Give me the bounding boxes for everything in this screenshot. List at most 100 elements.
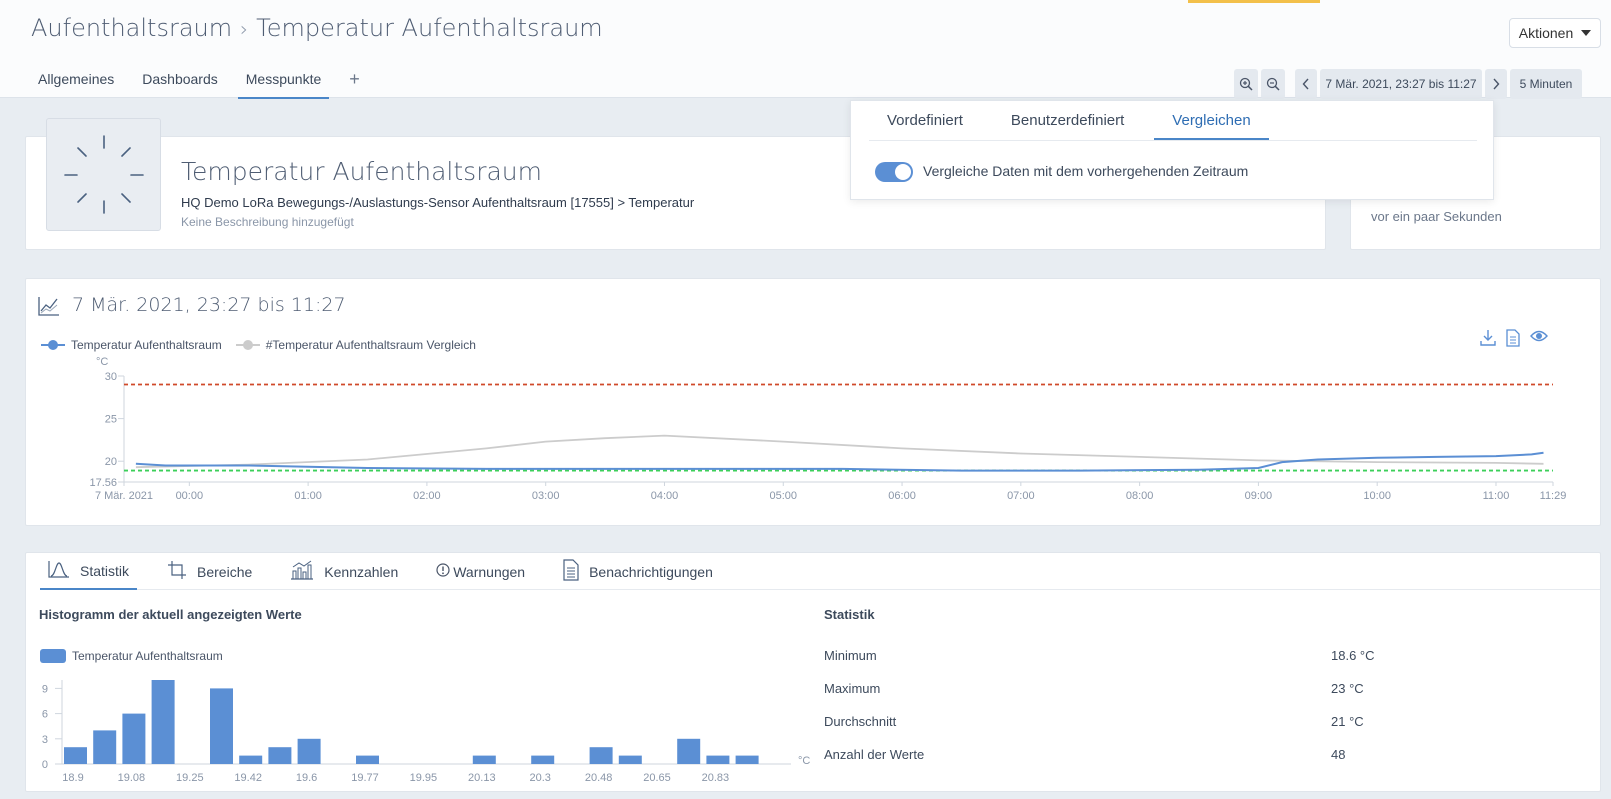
- hist-x-tick-label: 20.13: [468, 772, 496, 784]
- tab-bereiche[interactable]: Bereiche: [159, 553, 260, 590]
- x-tick-label: 05:00: [769, 490, 797, 502]
- hist-bar: [122, 713, 146, 764]
- breadcrumb-parent[interactable]: Aufenthaltsraum: [31, 14, 232, 42]
- histogram-legend-label: Temperatur Aufenthaltsraum: [72, 649, 223, 663]
- hist-x-tick-label: 19.42: [234, 772, 262, 784]
- download-icon[interactable]: [1480, 329, 1496, 352]
- compare-toggle-label: Vergleiche Daten mit dem vorhergehenden …: [923, 163, 1249, 179]
- chart-legend: Temperatur Aufenthaltsraum #Temperatur A…: [41, 338, 484, 352]
- bar-chart-icon: [290, 560, 314, 583]
- stat-row-minimum: Minimum 18.6 °C: [824, 648, 1584, 663]
- popover-tab-vergleichen[interactable]: Vergleichen: [1154, 101, 1269, 140]
- zoom-out-icon[interactable]: [1261, 69, 1285, 99]
- tab-warnungen-label: Warnungen: [453, 563, 526, 580]
- compare-toggle[interactable]: [875, 162, 913, 182]
- stat-label: Durchschnitt: [824, 714, 897, 729]
- tab-warnungen[interactable]: Warnungen: [428, 553, 533, 590]
- stat-value: 18.6 °C: [1331, 648, 1375, 663]
- accent-strip: [1188, 0, 1320, 3]
- time-range-label: 7 Mär. 2021, 23:27 bis 11:27: [1325, 77, 1477, 91]
- x-tick-label: 06:00: [888, 490, 916, 502]
- legend-label-compare: #Temperatur Aufenthaltsraum Vergleich: [265, 338, 476, 352]
- hist-bar: [93, 730, 117, 764]
- stat-value: 23 °C: [1331, 681, 1364, 696]
- add-tab-button[interactable]: +: [341, 70, 368, 99]
- tab-statistik[interactable]: Statistik: [40, 553, 138, 590]
- measurement-description: Keine Beschreibung hinzugefügt: [181, 215, 354, 229]
- histogram-title: Histogramm der aktuell angezeigten Werte: [39, 607, 302, 622]
- x-tick-label: 11:00: [1483, 490, 1510, 502]
- hist-bar: [531, 755, 555, 764]
- hist-bar: [472, 755, 496, 764]
- hist-bar: [735, 755, 759, 764]
- loading-spinner-icon: [46, 118, 161, 231]
- statistics-title: Statistik: [824, 607, 875, 622]
- eye-icon[interactable]: [1530, 329, 1548, 352]
- x-tick-label: 04:00: [651, 490, 679, 502]
- stat-row-average: Durchschnitt 21 °C: [824, 714, 1584, 729]
- x-tick-label: 03:00: [532, 490, 560, 502]
- hist-bar: [677, 738, 701, 764]
- actions-button[interactable]: Aktionen: [1509, 18, 1601, 48]
- legend-item-compare[interactable]: #Temperatur Aufenthaltsraum Vergleich: [235, 338, 476, 352]
- tab-bereiche-label: Bereiche: [197, 563, 253, 580]
- tab-benachrichtigungen[interactable]: Benachrichtigungen: [555, 553, 721, 590]
- tab-dashboards[interactable]: Dashboards: [134, 68, 226, 99]
- breadcrumb-separator: ›: [240, 17, 249, 41]
- popover-tab-benutzerdefiniert[interactable]: Benutzerdefiniert: [993, 101, 1142, 140]
- main-tabs: Allgemeines Dashboards Messpunkte +: [30, 68, 368, 99]
- hist-bar: [589, 747, 613, 764]
- hist-y-tick-label: 9: [42, 683, 48, 695]
- histogram-legend[interactable]: Temperatur Aufenthaltsraum: [40, 649, 223, 663]
- histogram-chart[interactable]: 0 3 6 9 18.9 19.08 19.25 19.42 19.6 19.77 19.95 20.…: [26, 673, 816, 788]
- document-icon[interactable]: [1506, 329, 1520, 352]
- time-range-popover: Vordefiniert Benutzerdefiniert Vergleich…: [850, 100, 1494, 200]
- stat-value: 21 °C: [1331, 714, 1364, 729]
- line-chart[interactable]: °C 30 25 20 17.567 Mär. 2021 00:00 01:00 02:00 0…: [26, 357, 1602, 522]
- tab-allgemeines[interactable]: Allgemeines: [30, 68, 122, 99]
- distribution-icon: [48, 560, 70, 581]
- hist-x-tick-label: 19.77: [351, 772, 379, 784]
- interval-button[interactable]: 5 Minuten: [1510, 69, 1582, 99]
- hist-bar: [210, 688, 233, 764]
- stat-row-count: Anzahl der Werte 48: [824, 747, 1584, 762]
- hist-x-axis-unit: °C: [798, 755, 810, 767]
- x-tick-label: 09:00: [1245, 490, 1273, 502]
- zoom-in-icon[interactable]: [1234, 69, 1258, 99]
- hist-x-tick-label: 20.65: [643, 772, 671, 784]
- hist-bar: [151, 680, 175, 764]
- previous-range-icon[interactable]: [1295, 69, 1317, 99]
- top-bar: Aufenthaltsraum › Temperatur Aufenthalts…: [0, 0, 1611, 99]
- tab-kennzahlen-label: Kennzahlen: [324, 563, 399, 580]
- tab-messpunkte[interactable]: Messpunkte: [237, 68, 330, 99]
- tab-kennzahlen[interactable]: Kennzahlen: [282, 553, 406, 590]
- hist-y-tick-label: 0: [42, 759, 48, 771]
- stat-label: Maximum: [824, 681, 881, 696]
- hist-bar: [239, 755, 263, 764]
- stat-label: Minimum: [824, 648, 877, 663]
- histogram-legend-swatch: [40, 649, 66, 663]
- x-tick-label: 08:00: [1126, 490, 1154, 502]
- x-tick-label: 7 Mär. 2021: [95, 490, 153, 502]
- next-range-icon[interactable]: [1485, 69, 1507, 99]
- time-range-button[interactable]: 7 Mär. 2021, 23:27 bis 11:27: [1320, 69, 1482, 99]
- stats-tabs: Statistik Bereiche Kennzahlen Warnungen …: [40, 553, 1600, 590]
- hist-x-tick-label: 19.08: [118, 772, 146, 784]
- popover-tab-vordefiniert[interactable]: Vordefiniert: [869, 101, 981, 140]
- y-axis-unit: °C: [96, 357, 108, 368]
- time-controls: 7 Mär. 2021, 23:27 bis 11:27 5 Minuten: [1234, 69, 1582, 99]
- x-tick-label: 00:00: [176, 490, 204, 502]
- measurement-path: HQ Demo LoRa Bewegungs-/Auslastungs-Sens…: [181, 195, 695, 210]
- hist-x-tick-label: 20.48: [585, 772, 613, 784]
- x-tick-label: 11:29: [1540, 490, 1567, 502]
- hist-x-tick-label: 19.25: [176, 772, 204, 784]
- tab-benachrichtigungen-label: Benachrichtigungen: [589, 563, 713, 580]
- legend-label-main: Temperatur Aufenthaltsraum: [71, 338, 222, 352]
- legend-item-main[interactable]: Temperatur Aufenthaltsraum: [41, 338, 222, 352]
- y-tick-label: 20: [105, 456, 117, 468]
- hist-y-tick-label: 6: [42, 709, 48, 721]
- hist-x-tick-label: 19.6: [296, 772, 317, 784]
- x-tick-label: 10:00: [1363, 490, 1391, 502]
- hist-bar: [297, 738, 321, 764]
- breadcrumb: Aufenthaltsraum › Temperatur Aufenthalts…: [31, 14, 603, 42]
